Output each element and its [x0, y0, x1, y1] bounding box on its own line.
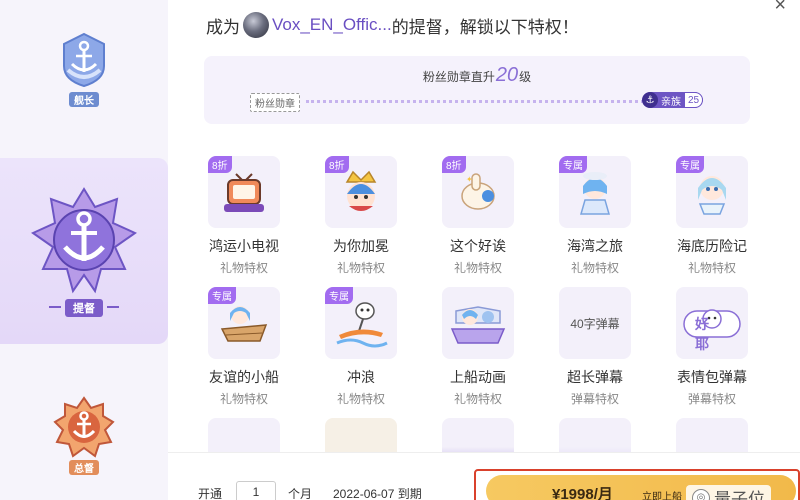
tier-label: 提督: [65, 299, 103, 317]
perk-type: 礼物特权: [219, 261, 268, 275]
perk-tag: 8折: [325, 156, 349, 173]
bay-trip-icon: [580, 172, 610, 215]
expire-date: 2022-06-07 到期: [333, 487, 422, 500]
current-medal: 粉丝勋章: [250, 93, 300, 112]
captain-anchor-icon: [63, 32, 105, 88]
perk-type: 礼物特权: [453, 392, 502, 406]
perk-tag: 专属: [325, 287, 353, 304]
crown-gift-icon: [345, 170, 377, 211]
progress-dots: [306, 100, 644, 103]
perk-type: 弹幕特权: [570, 392, 619, 406]
perk-item[interactable]: 好耶 表情包弹幕 弹幕特权: [672, 287, 752, 407]
admiral-anchor-icon: [30, 187, 138, 294]
perk-name: 海底历险记: [677, 238, 747, 254]
perk-name: 鸿运小电视: [209, 238, 279, 254]
perk-name: 海湾之旅: [567, 238, 623, 254]
perk-item[interactable]: 上船动画 礼物特权: [438, 287, 518, 407]
perk-type: 礼物特权: [687, 261, 736, 275]
thumbs-up-icon: ✦: [461, 173, 495, 210]
perk-name: 为你加冕: [333, 238, 389, 254]
boarding-animation-icon: [450, 306, 506, 344]
page-title: 成为 Vox_EN_Offic... 的提督，解锁以下特权！: [206, 12, 579, 38]
perk-tag: 8折: [442, 156, 466, 173]
perk-name: 上船动画: [450, 369, 506, 385]
tier-label: 总督: [69, 460, 99, 475]
open-label: 开通: [198, 487, 223, 500]
close-button[interactable]: ×: [774, 0, 786, 17]
tier-governor[interactable]: 总督: [0, 396, 168, 475]
perk-name: 冲浪: [347, 369, 375, 385]
perk-item[interactable]: 8折 为你加冕 礼物特权: [321, 156, 401, 276]
tv-gift-icon: [224, 173, 264, 212]
governor-anchor-icon: [53, 396, 115, 458]
months-input[interactable]: [236, 481, 276, 500]
anchor-icon: ⚓: [642, 92, 658, 108]
perk-item[interactable]: 专属 冲浪 礼物特权: [321, 287, 401, 407]
perk-name: 这个好诶: [450, 238, 506, 254]
perk-type: 礼物特权: [336, 261, 385, 275]
perk-type: 礼物特权: [570, 261, 619, 275]
medal-upgrade-title: 粉丝勋章直升20级: [422, 64, 532, 86]
watermark: ◎ 量子位: [686, 485, 771, 500]
svg-text:✦: ✦: [466, 175, 473, 184]
anchor-name[interactable]: Vox_EN_Offic...: [272, 15, 392, 35]
purchase-bar: 开通 个月 2022-06-07 到期 ¥1998/月 立即上船 ◎ 量子位: [168, 452, 800, 500]
perk-item[interactable]: 8折 鸿运小电视 礼物特权: [204, 156, 284, 276]
perk-tag: 8折: [208, 156, 232, 173]
month-unit-label: 个月: [288, 487, 313, 500]
perk-item[interactable]: 40字弹幕 超长弹幕 弹幕特权: [555, 287, 635, 407]
perk-item[interactable]: 8折 ✦ 这个好诶 礼物特权: [438, 156, 518, 276]
medal-upgrade-card: 粉丝勋章直升20级 粉丝勋章 ⚓ 亲族 25: [204, 56, 750, 124]
buy-price: ¥1998/月: [552, 486, 613, 500]
perks-grid: 8折 鸿运小电视 礼物特权 8折 为你加冕 礼物特权 8折 ✦ 这个好诶 礼物特…: [204, 156, 764, 490]
perk-tag: 专属: [208, 287, 236, 304]
avatar: [243, 12, 269, 38]
perk-item[interactable]: 专属 海湾之旅 礼物特权: [555, 156, 635, 276]
emoji-danmaku-text: 好耶: [695, 316, 729, 352]
tier-sidebar: 舰长 提督 总督: [0, 0, 168, 500]
buy-button[interactable]: ¥1998/月 立即上船 ◎ 量子位: [486, 475, 796, 500]
perk-item[interactable]: 专属 海底历险记 礼物特权: [672, 156, 752, 276]
perk-type: 弹幕特权: [687, 392, 736, 406]
main-panel: × 成为 Vox_EN_Offic... 的提督，解锁以下特权！ 粉丝勋章直升2…: [168, 0, 800, 500]
perk-type: 礼物特权: [453, 261, 502, 275]
target-medal: ⚓ 亲族 25: [642, 92, 704, 108]
wechat-icon: ◎: [692, 488, 710, 500]
perk-type: 礼物特权: [336, 392, 385, 406]
guard-purchase-panel: 舰长 提督 总督 × 成为 Vox_EN_Offic... 的提督，解锁以下特权…: [0, 0, 800, 500]
tier-captain[interactable]: 舰长: [0, 30, 168, 107]
highlight-frame: ¥1998/月 立即上船 ◎ 量子位: [474, 469, 800, 500]
perk-name: 友谊的小船: [209, 369, 279, 385]
perk-type: 礼物特权: [219, 392, 268, 406]
undersea-adventure-icon: [698, 176, 726, 215]
buy-subtext: 立即上船: [642, 492, 682, 500]
perk-tag: 专属: [676, 156, 704, 173]
perk-tag: 专属: [559, 156, 587, 173]
tier-label: 舰长: [69, 92, 99, 107]
long-danmaku-preview: 40字弹幕: [570, 316, 620, 331]
perk-name: 表情包弹幕: [677, 369, 747, 385]
perk-name: 超长弹幕: [567, 369, 623, 385]
tier-admiral[interactable]: 提督: [0, 158, 168, 344]
perk-item[interactable]: 专属 友谊的小船 礼物特权: [204, 287, 284, 407]
